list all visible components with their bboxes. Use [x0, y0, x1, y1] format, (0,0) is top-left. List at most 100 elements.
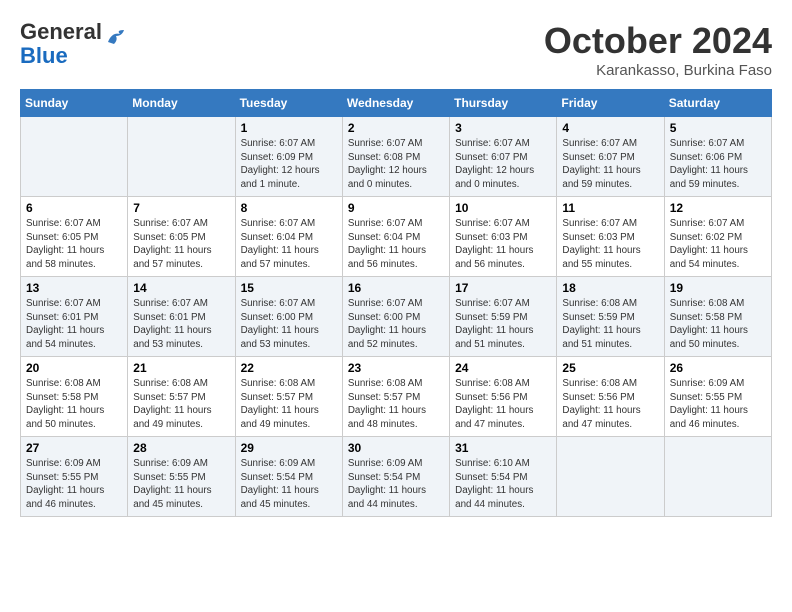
day-info: Sunrise: 6:07 AMSunset: 6:02 PMDaylight:… [670, 217, 766, 272]
logo: GeneralBlue [20, 20, 126, 68]
day-info: Sunrise: 6:08 AMSunset: 5:57 PMDaylight:… [133, 377, 229, 432]
day-of-week-header: Friday [557, 90, 664, 117]
day-number: 3 [455, 121, 551, 135]
day-info: Sunrise: 6:09 AMSunset: 5:54 PMDaylight:… [241, 457, 337, 512]
calendar-table: SundayMondayTuesdayWednesdayThursdayFrid… [20, 89, 772, 517]
day-info: Sunrise: 6:07 AMSunset: 6:07 PMDaylight:… [455, 137, 551, 192]
calendar-cell: 17 Sunrise: 6:07 AMSunset: 5:59 PMDayligh… [450, 277, 557, 357]
day-number: 18 [562, 281, 658, 295]
day-info: Sunrise: 6:07 AMSunset: 6:03 PMDaylight:… [455, 217, 551, 272]
calendar-cell: 31Sunrise: 6:10 AMSunset: 5:54 PMDayligh… [450, 437, 557, 517]
day-of-week-header: Monday [128, 90, 235, 117]
day-number: 9 [348, 201, 444, 215]
day-number: 29 [241, 441, 337, 455]
day-info: Sunrise: 6:07 AMSunset: 6:01 PMDaylight:… [26, 297, 122, 352]
day-info: Sunrise: 6:07 AMSunset: 6:04 PMDaylight:… [241, 217, 337, 272]
day-number: 12 [670, 201, 766, 215]
calendar-cell: 24 Sunrise: 6:08 AMSunset: 5:56 PMDayligh… [450, 357, 557, 437]
day-number: 16 [348, 281, 444, 295]
day-info: Sunrise: 6:09 AMSunset: 5:55 PMDaylight:… [133, 457, 229, 512]
day-number: 25 [562, 361, 658, 375]
calendar-cell: 26Sunrise: 6:09 AMSunset: 5:55 PMDayligh… [664, 357, 771, 437]
day-number: 8 [241, 201, 337, 215]
day-info: Sunrise: 6:08 AMSunset: 5:57 PMDaylight:… [241, 377, 337, 432]
calendar-week-row: 1 Sunrise: 6:07 AMSunset: 6:09 PMDaylight… [21, 117, 772, 197]
day-number: 20 [26, 361, 122, 375]
month-title: October 2024 [544, 20, 772, 62]
day-info: Sunrise: 6:08 AMSunset: 5:59 PMDaylight:… [562, 297, 658, 352]
day-number: 15 [241, 281, 337, 295]
calendar-cell: 23Sunrise: 6:08 AMSunset: 5:57 PMDayligh… [342, 357, 449, 437]
calendar-cell: 7 Sunrise: 6:07 AMSunset: 6:05 PMDaylight… [128, 197, 235, 277]
day-info: Sunrise: 6:07 AMSunset: 6:05 PMDaylight:… [26, 217, 122, 272]
day-info: Sunrise: 6:07 AMSunset: 6:07 PMDaylight:… [562, 137, 658, 192]
day-number: 30 [348, 441, 444, 455]
calendar-cell [128, 117, 235, 197]
calendar-cell: 15 Sunrise: 6:07 AMSunset: 6:00 PMDayligh… [235, 277, 342, 357]
calendar-week-row: 6Sunrise: 6:07 AMSunset: 6:05 PMDaylight… [21, 197, 772, 277]
day-number: 14 [133, 281, 229, 295]
calendar-week-row: 13 Sunrise: 6:07 AMSunset: 6:01 PMDayligh… [21, 277, 772, 357]
day-info: Sunrise: 6:07 AMSunset: 5:59 PMDaylight:… [455, 297, 551, 352]
day-info: Sunrise: 6:07 AMSunset: 6:01 PMDaylight:… [133, 297, 229, 352]
day-info: Sunrise: 6:07 AMSunset: 6:00 PMDaylight:… [241, 297, 337, 352]
day-info: Sunrise: 6:08 AMSunset: 5:58 PMDaylight:… [670, 297, 766, 352]
day-number: 22 [241, 361, 337, 375]
day-number: 21 [133, 361, 229, 375]
calendar-cell: 6Sunrise: 6:07 AMSunset: 6:05 PMDaylight… [21, 197, 128, 277]
day-of-week-header: Sunday [21, 90, 128, 117]
day-info: Sunrise: 6:07 AMSunset: 6:00 PMDaylight:… [348, 297, 444, 352]
calendar-cell [21, 117, 128, 197]
calendar-cell: 8 Sunrise: 6:07 AMSunset: 6:04 PMDaylight… [235, 197, 342, 277]
calendar-cell: 19 Sunrise: 6:08 AMSunset: 5:58 PMDayligh… [664, 277, 771, 357]
day-number: 17 [455, 281, 551, 295]
page-header: GeneralBlue October 2024 Karankasso, Bur… [20, 20, 772, 79]
day-number: 26 [670, 361, 766, 375]
day-of-week-header: Thursday [450, 90, 557, 117]
day-number: 27 [26, 441, 122, 455]
title-section: October 2024 Karankasso, Burkina Faso [544, 20, 772, 79]
day-number: 31 [455, 441, 551, 455]
day-number: 28 [133, 441, 229, 455]
calendar-cell [664, 437, 771, 517]
day-info: Sunrise: 6:07 AMSunset: 6:06 PMDaylight:… [670, 137, 766, 192]
calendar-cell: 2 Sunrise: 6:07 AMSunset: 6:08 PMDaylight… [342, 117, 449, 197]
day-number: 1 [241, 121, 337, 135]
calendar-cell: 9 Sunrise: 6:07 AMSunset: 6:04 PMDaylight… [342, 197, 449, 277]
day-number: 4 [562, 121, 658, 135]
day-number: 10 [455, 201, 551, 215]
calendar-cell: 27 Sunrise: 6:09 AMSunset: 5:55 PMDayligh… [21, 437, 128, 517]
calendar-header-row: SundayMondayTuesdayWednesdayThursdayFrid… [21, 90, 772, 117]
calendar-cell: 30 Sunrise: 6:09 AMSunset: 5:54 PMDayligh… [342, 437, 449, 517]
day-info: Sunrise: 6:07 AMSunset: 6:08 PMDaylight:… [348, 137, 444, 192]
calendar-cell: 1 Sunrise: 6:07 AMSunset: 6:09 PMDaylight… [235, 117, 342, 197]
day-number: 2 [348, 121, 444, 135]
day-number: 24 [455, 361, 551, 375]
calendar-cell: 28 Sunrise: 6:09 AMSunset: 5:55 PMDayligh… [128, 437, 235, 517]
calendar-cell: 22 Sunrise: 6:08 AMSunset: 5:57 PMDayligh… [235, 357, 342, 437]
calendar-cell [557, 437, 664, 517]
day-number: 11 [562, 201, 658, 215]
day-info: Sunrise: 6:07 AMSunset: 6:05 PMDaylight:… [133, 217, 229, 272]
day-info: Sunrise: 6:07 AMSunset: 6:04 PMDaylight:… [348, 217, 444, 272]
calendar-week-row: 27 Sunrise: 6:09 AMSunset: 5:55 PMDayligh… [21, 437, 772, 517]
day-info: Sunrise: 6:08 AMSunset: 5:57 PMDaylight:… [348, 377, 444, 432]
day-of-week-header: Wednesday [342, 90, 449, 117]
day-info: Sunrise: 6:07 AMSunset: 6:03 PMDaylight:… [562, 217, 658, 272]
day-info: Sunrise: 6:08 AMSunset: 5:58 PMDaylight:… [26, 377, 122, 432]
logo-text: GeneralBlue [20, 20, 102, 68]
location-subtitle: Karankasso, Burkina Faso [544, 62, 772, 79]
calendar-cell: 11 Sunrise: 6:07 AMSunset: 6:03 PMDayligh… [557, 197, 664, 277]
calendar-cell: 14 Sunrise: 6:07 AMSunset: 6:01 PMDayligh… [128, 277, 235, 357]
day-info: Sunrise: 6:09 AMSunset: 5:54 PMDaylight:… [348, 457, 444, 512]
calendar-cell: 10 Sunrise: 6:07 AMSunset: 6:03 PMDayligh… [450, 197, 557, 277]
day-info: Sunrise: 6:09 AMSunset: 5:55 PMDaylight:… [26, 457, 122, 512]
day-info: Sunrise: 6:07 AMSunset: 6:09 PMDaylight:… [241, 137, 337, 192]
day-info: Sunrise: 6:08 AMSunset: 5:56 PMDaylight:… [455, 377, 551, 432]
calendar-week-row: 20 Sunrise: 6:08 AMSunset: 5:58 PMDayligh… [21, 357, 772, 437]
day-number: 7 [133, 201, 229, 215]
day-number: 19 [670, 281, 766, 295]
calendar-cell: 25Sunrise: 6:08 AMSunset: 5:56 PMDayligh… [557, 357, 664, 437]
calendar-cell: 21 Sunrise: 6:08 AMSunset: 5:57 PMDayligh… [128, 357, 235, 437]
day-number: 13 [26, 281, 122, 295]
